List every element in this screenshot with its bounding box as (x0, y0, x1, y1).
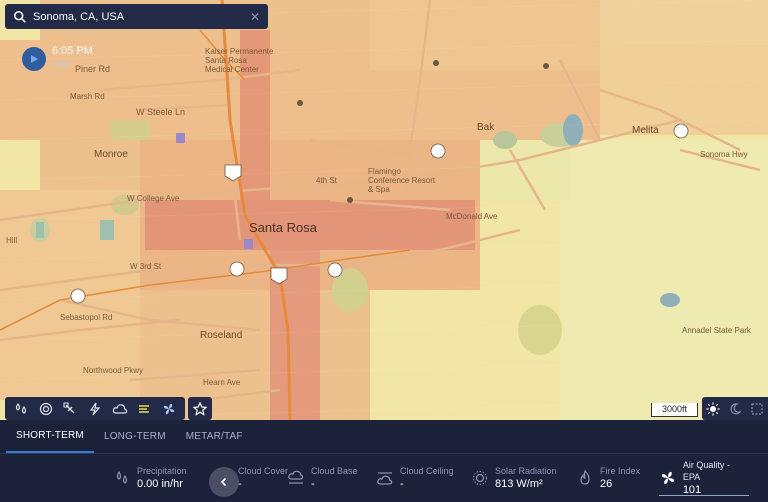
metric-fire-index[interactable]: Fire Index 26 (576, 454, 640, 502)
metric-value: - (400, 477, 404, 490)
metric-label: Air Quality - EPA (682, 459, 730, 482)
current-time: 6:05 PM (52, 45, 93, 57)
metric-label: Precipitation (137, 465, 187, 476)
map-style-icon[interactable] (746, 397, 768, 420)
tab-metar-taf[interactable]: METAR/TAF (176, 419, 253, 453)
map-label: Sonoma Hwy (700, 150, 748, 159)
flame-icon (576, 469, 594, 487)
radar-icon[interactable] (34, 397, 59, 420)
location-search[interactable]: Sonoma, CA, USA ✕ (5, 4, 268, 29)
metric-value: 26 (600, 477, 613, 490)
wind-flow-icon[interactable] (132, 397, 157, 420)
star-icon (193, 401, 207, 416)
collapse-panel-button[interactable] (209, 467, 239, 497)
metric-value: 101 (682, 483, 702, 496)
clear-icon[interactable]: ✕ (250, 10, 260, 24)
metric-label: Cloud Base (311, 465, 358, 476)
map-label: 4th St (316, 176, 337, 185)
favorite-button[interactable] (188, 397, 212, 420)
fan-icon (659, 469, 677, 487)
map-label: Marsh Rd (70, 92, 105, 101)
satellite-icon[interactable] (58, 397, 83, 420)
time-relative: now (52, 59, 71, 70)
map-canvas[interactable]: Piner Rd Marsh Rd W Steele Ln Monroe W C… (0, 0, 768, 420)
map-label: Hill (6, 236, 18, 245)
sun-icon[interactable] (702, 397, 724, 420)
map-label: W College Ave (127, 194, 180, 203)
tab-long-term[interactable]: LONG-TERM (94, 419, 176, 453)
map-label: Flamingo Conference Resort & Spa (368, 167, 436, 194)
map-label-city-santa-rosa: Santa Rosa (249, 220, 317, 235)
precipitation-icon (113, 469, 131, 487)
map-label: Roseland (200, 330, 243, 341)
map-scale: 3000ft (651, 403, 698, 417)
search-icon (13, 10, 26, 23)
search-input[interactable]: Sonoma, CA, USA (33, 11, 250, 23)
map-label: Northwood Pkwy (83, 366, 144, 375)
metric-label: Cloud Ceiling (400, 465, 454, 476)
time-display: 6:05 PM now (52, 44, 93, 72)
map-label: Kaiser Permanente Santa Rosa Medical Cen… (205, 47, 274, 74)
metric-value: 0.00 in/hr (137, 477, 183, 490)
cloud-icon[interactable] (107, 397, 132, 420)
metric-cloud-ceiling[interactable]: Cloud Ceiling - (376, 454, 454, 502)
air-quality-overlay (0, 0, 768, 420)
lightning-icon[interactable] (83, 397, 108, 420)
play-button[interactable] (22, 47, 46, 71)
map-label: Sebastopol Rd (60, 313, 113, 322)
fan-icon[interactable] (156, 397, 181, 420)
forecast-panel: SHORT-TERM LONG-TERM METAR/TAF Precipita… (0, 420, 768, 502)
metric-cloud-base[interactable]: Cloud Base - (287, 454, 358, 502)
sun-icon (471, 469, 489, 487)
map-label: W Steele Ln (136, 107, 186, 117)
theme-toggle (702, 397, 768, 420)
metrics-row: Precipitation 0.00 in/hr Cloud Cover - C… (0, 454, 768, 502)
metric-value: - (311, 477, 315, 490)
metric-air-quality[interactable]: Air Quality - EPA 101 (659, 454, 749, 502)
forecast-tabs: SHORT-TERM LONG-TERM METAR/TAF (0, 420, 768, 454)
layer-toolbar (5, 397, 185, 420)
map-label: Bak (477, 122, 495, 133)
metric-label: Solar Radiation (495, 465, 557, 476)
metric-value: 813 W/m² (495, 477, 543, 490)
cloud-base-icon (287, 469, 305, 487)
metric-label: Cloud Cover (238, 465, 289, 476)
moon-icon[interactable] (724, 397, 746, 420)
metric-label: Fire Index (600, 465, 641, 476)
map-label: McDonald Ave (446, 212, 498, 221)
map-label: W 3rd St (130, 262, 162, 271)
tab-short-term[interactable]: SHORT-TERM (6, 419, 94, 453)
map-label: Melita (632, 125, 659, 136)
map-label: Monroe (94, 149, 128, 160)
metric-value: - (238, 477, 242, 490)
map-label: Annadel State Park (682, 326, 751, 335)
metric-precipitation[interactable]: Precipitation 0.00 in/hr (113, 454, 187, 502)
metric-solar-radiation[interactable]: Solar Radiation 813 W/m² (471, 454, 557, 502)
map-label: Hearn Ave (203, 378, 241, 387)
precipitation-icon[interactable] (9, 397, 34, 420)
chevron-left-icon (220, 477, 227, 487)
play-icon (31, 55, 38, 63)
cloud-ceiling-icon (376, 469, 394, 487)
